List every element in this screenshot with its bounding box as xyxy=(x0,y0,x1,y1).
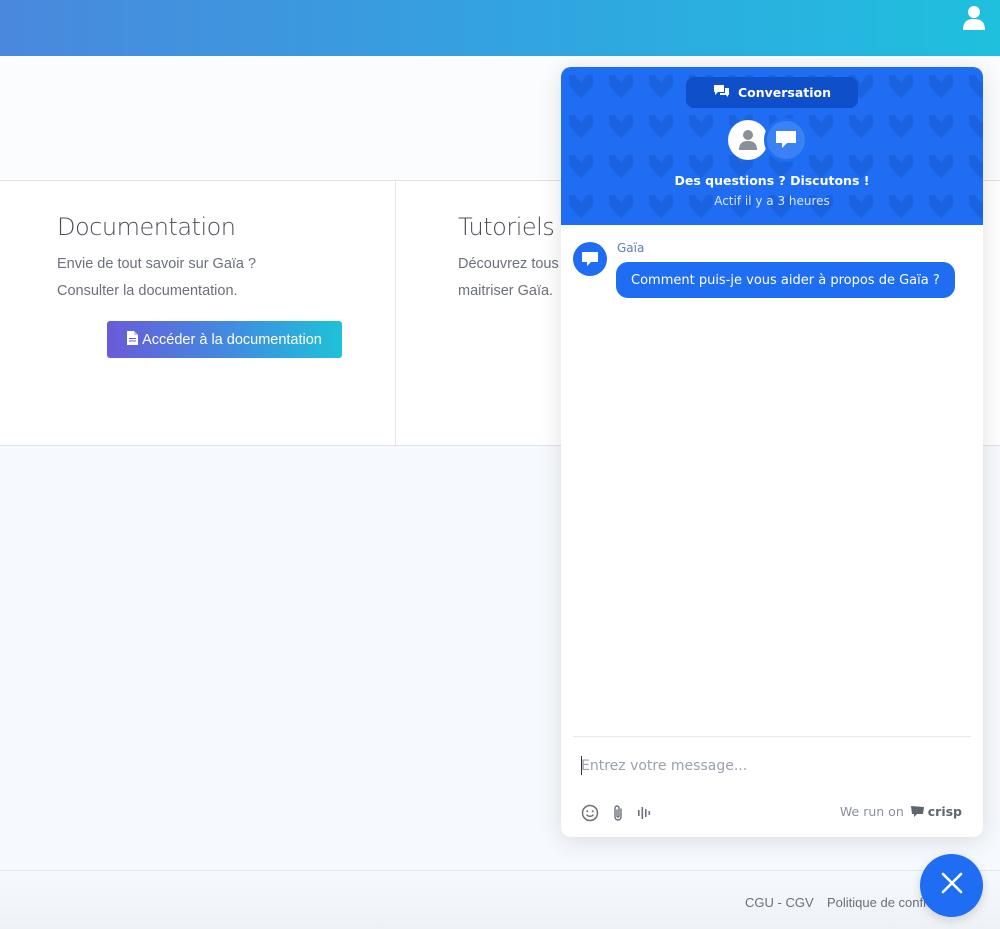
message-bubble: Comment puis-je vous aider à propos de G… xyxy=(616,262,955,298)
tutorials-line-2: maitriser Gaïa. xyxy=(458,283,554,299)
close-icon xyxy=(941,872,963,899)
message-avatar xyxy=(573,242,607,276)
documentation-line-2: Consulter la documentation. xyxy=(57,283,238,299)
documentation-line-1: Envie de tout savoir sur Gaïa ? xyxy=(57,256,257,272)
composer-divider xyxy=(573,736,971,737)
crisp-logo-icon xyxy=(910,806,924,817)
paperclip-icon[interactable] xyxy=(608,803,628,823)
access-documentation-button[interactable]: Accéder à la documentation xyxy=(107,321,342,358)
chat-header-subtitle: Actif il y a 3 heures xyxy=(714,194,830,208)
tutorials-description: Découvrez tous maitriser Gaïa. xyxy=(458,251,559,305)
tutorials-line-1: Découvrez tous xyxy=(458,256,559,272)
emoji-icon[interactable] xyxy=(580,803,600,823)
privacy-policy-link[interactable]: Politique de confi xyxy=(827,895,937,910)
chat-close-button[interactable] xyxy=(920,854,983,917)
branding-prefix: We run on xyxy=(839,804,904,819)
crisp-name: crisp xyxy=(927,804,962,819)
audio-waveform-icon[interactable] xyxy=(635,803,655,823)
chat-header-title: Des questions ? Discutons ! xyxy=(674,173,870,188)
tab-conversation-label: Conversation xyxy=(737,85,832,100)
operator-avatar xyxy=(728,120,768,160)
crisp-logo: crisp xyxy=(910,804,962,819)
conversation-icon xyxy=(713,84,730,101)
top-navbar xyxy=(0,0,1000,56)
user-icon[interactable] xyxy=(962,4,986,32)
tutorials-title: Tutoriels xyxy=(458,213,555,241)
crisp-branding[interactable]: We run on crisp xyxy=(840,804,962,819)
access-documentation-label: Accéder à la documentation xyxy=(142,331,322,348)
documentation-description: Envie de tout savoir sur Gaïa ? Consulte… xyxy=(57,251,256,305)
documentation-title: Documentation xyxy=(57,213,236,241)
cgu-link[interactable]: CGU - CGV xyxy=(745,895,814,910)
chat-widget: Conversation Des questions ? Discutons !… xyxy=(561,67,983,837)
tab-conversation[interactable]: Conversation xyxy=(686,77,858,108)
message-input[interactable] xyxy=(581,751,961,781)
document-icon xyxy=(127,330,139,349)
chat-header: Conversation Des questions ? Discutons !… xyxy=(561,67,983,225)
page-footer: CGU - CGV Politique de confi xyxy=(0,870,1000,929)
bot-avatar xyxy=(764,118,808,162)
documentation-card: Documentation Envie de tout savoir sur G… xyxy=(0,181,396,445)
message-sender: Gaïa xyxy=(617,241,645,255)
